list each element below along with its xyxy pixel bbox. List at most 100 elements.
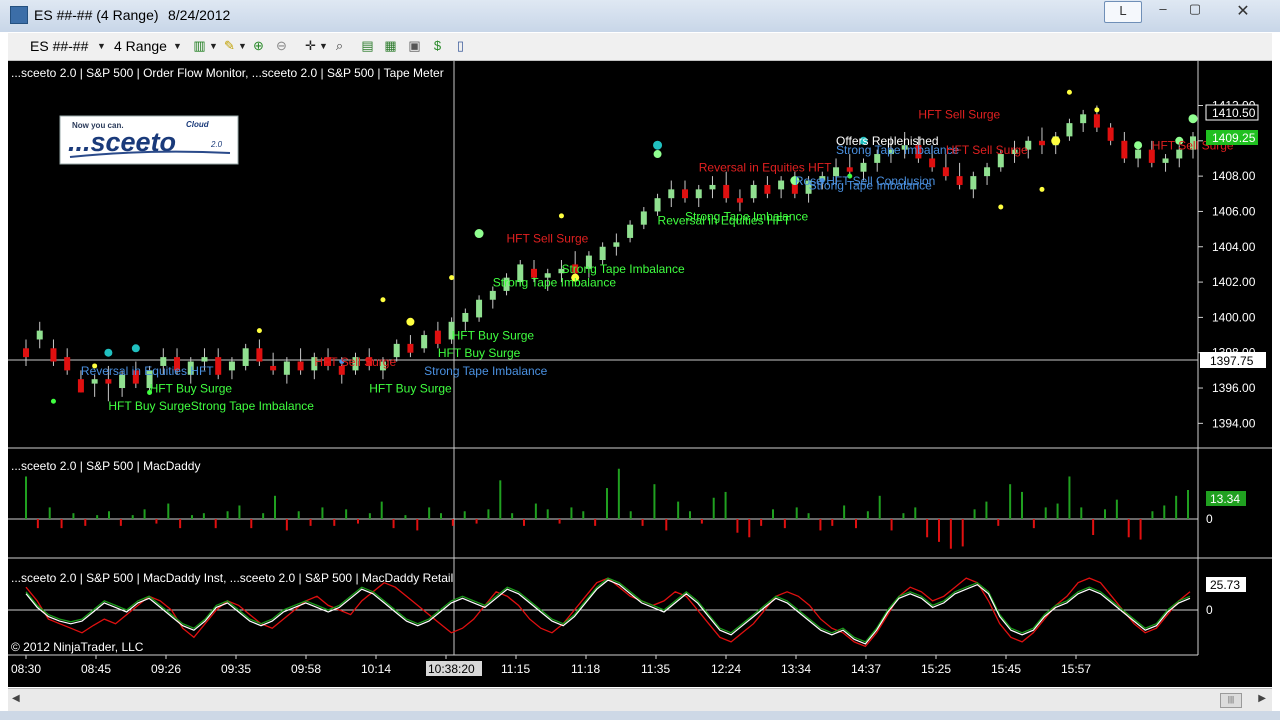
signal-dot [474,229,484,239]
candle-body [750,184,757,199]
draw-pencil-icon[interactable]: ✎ [222,38,237,53]
maximize-icon[interactable]: ▢ [1182,1,1208,21]
magnifier-icon[interactable]: ⌕ [332,38,347,53]
candle-body [778,180,785,190]
chart-image-icon[interactable]: ▣ [407,38,422,53]
time-tick-label: 11:35 [641,662,670,676]
instrument-selector[interactable]: ES ##-## [30,38,88,54]
flow-line-retail [25,579,1191,645]
candle-body [283,361,290,375]
candle-body [256,348,263,362]
horizontal-scrollbar[interactable]: ◀ ||| ▶ [8,688,1272,711]
candle-body [846,167,853,172]
candle-body [23,348,29,358]
macdaddy-lines [8,577,1198,648]
signal-dot [1134,141,1143,150]
period-selector[interactable]: 4 Range [114,38,167,54]
candle-body [1038,140,1045,146]
current-price-tag: 1409.25 [1206,130,1258,145]
data-box-icon[interactable]: $ [430,38,445,53]
candle-body [929,158,936,168]
bar-type-dropdown-icon[interactable]: ▼ [209,41,218,51]
chart-canvas[interactable]: 1394.001396.001398.001400.001402.001404.… [8,61,1272,687]
signal-dot [50,398,56,404]
signal-dot [1188,114,1198,124]
candle-body [462,312,469,322]
signal-annotation: Reversal in Equities HFT [658,214,791,228]
candle-body [50,348,57,362]
candle-body [201,357,208,362]
signal-annotation: Strong Tape Imbalance [424,364,548,378]
candle-body [476,299,483,318]
signal-dot [1039,186,1045,192]
time-tick-label: 14:37 [851,662,881,676]
high-price-tag: 1410.50 [1205,104,1259,121]
time-tick-label: 12:24 [711,662,741,676]
signal-dot [1066,89,1072,95]
instrument-dropdown-icon[interactable]: ▼ [97,41,106,51]
signal-annotation: HFT Sell Surge [946,143,1028,157]
time-tick-label: 15:57 [1061,662,1091,676]
price-tick-label: 1396.00 [1212,381,1256,395]
price-tick-label: 1406.00 [1212,204,1256,218]
time-tick-label: 11:15 [501,662,530,676]
logo-version: 2.0 [210,140,223,149]
crosshair-icon[interactable]: ✛ [303,38,318,53]
signal-annotation: Strong Tape Imbalance [493,275,617,289]
window-bottom-border [0,711,1280,720]
macd-panel-title: ...sceeto 2.0 | S&P 500 | MacDaddy [11,459,200,473]
flow-line-inst [25,577,1191,648]
flow-panel-title: ...sceeto 2.0 | S&P 500 | MacDaddy Inst,… [11,571,453,585]
candle-body [1135,149,1142,159]
link-button[interactable]: L [1104,1,1142,23]
candle-body [1080,114,1087,124]
scroll-left-icon[interactable]: ◀ [12,693,20,704]
scroll-thumb[interactable]: ||| [1220,693,1242,708]
time-tick-label: 09:35 [221,662,251,676]
time-tick-label: 08:30 [11,662,41,676]
price-tick-label: 1394.00 [1212,416,1256,430]
signal-dot [104,348,113,357]
candle-body [942,167,949,177]
candle-body [956,176,963,185]
properties-icon[interactable]: ▯ [453,38,468,53]
price-panel-title: ...sceeto 2.0 | S&P 500 | Order Flow Mon… [11,66,444,80]
crosshair-dropdown-icon[interactable]: ▼ [319,41,328,51]
minimize-icon[interactable]: ‒ [1150,1,1176,21]
signal-annotation: Reversal in Equities HFT [699,161,832,175]
macdaddy-histogram [8,468,1198,549]
signal-dot [558,213,564,219]
chart-area[interactable]: 1394.001396.001398.001400.001402.001404.… [8,61,1272,687]
time-tick-label: 10:14 [361,662,391,676]
crosshair-time-tag: 10:38:20 [426,661,482,676]
zoom-in-icon[interactable]: ⊕ [251,38,266,53]
time-tick-label: 15:45 [991,662,1021,676]
signal-annotation: HFT Sell Surge [314,355,396,369]
candle-body [695,189,702,199]
signal-dot [653,150,662,159]
signal-dot [131,344,140,353]
signal-dot [256,328,262,334]
close-icon[interactable]: ✕ [1226,1,1260,21]
candle-body [1093,114,1100,128]
bar-type-icon[interactable]: ▥ [192,38,207,53]
draw-dropdown-icon[interactable]: ▼ [238,41,247,51]
candle-body [77,379,84,393]
logo-badge: Cloud [186,120,210,129]
price-tick-label: 1402.00 [1212,275,1256,289]
price-tick-label: 1408.00 [1212,169,1256,183]
candle-body [682,189,689,199]
svg-text:1410.50: 1410.50 [1212,106,1256,120]
strategies-icon[interactable]: ▦ [383,38,398,53]
candle-body [421,335,428,349]
period-dropdown-icon[interactable]: ▼ [173,41,182,51]
macd-zero-label: 0 [1206,512,1213,526]
chart-app-icon [10,6,28,24]
zoom-out-icon[interactable]: ⊖ [274,38,289,53]
price-tick-label: 1400.00 [1212,310,1256,324]
time-tick-label: 09:26 [151,662,181,676]
scroll-right-icon[interactable]: ▶ [1258,693,1266,704]
signal-dot [998,204,1004,210]
indicators-icon[interactable]: ▤ [360,38,375,53]
copyright-text: © 2012 NinjaTrader, LLC [11,640,144,654]
